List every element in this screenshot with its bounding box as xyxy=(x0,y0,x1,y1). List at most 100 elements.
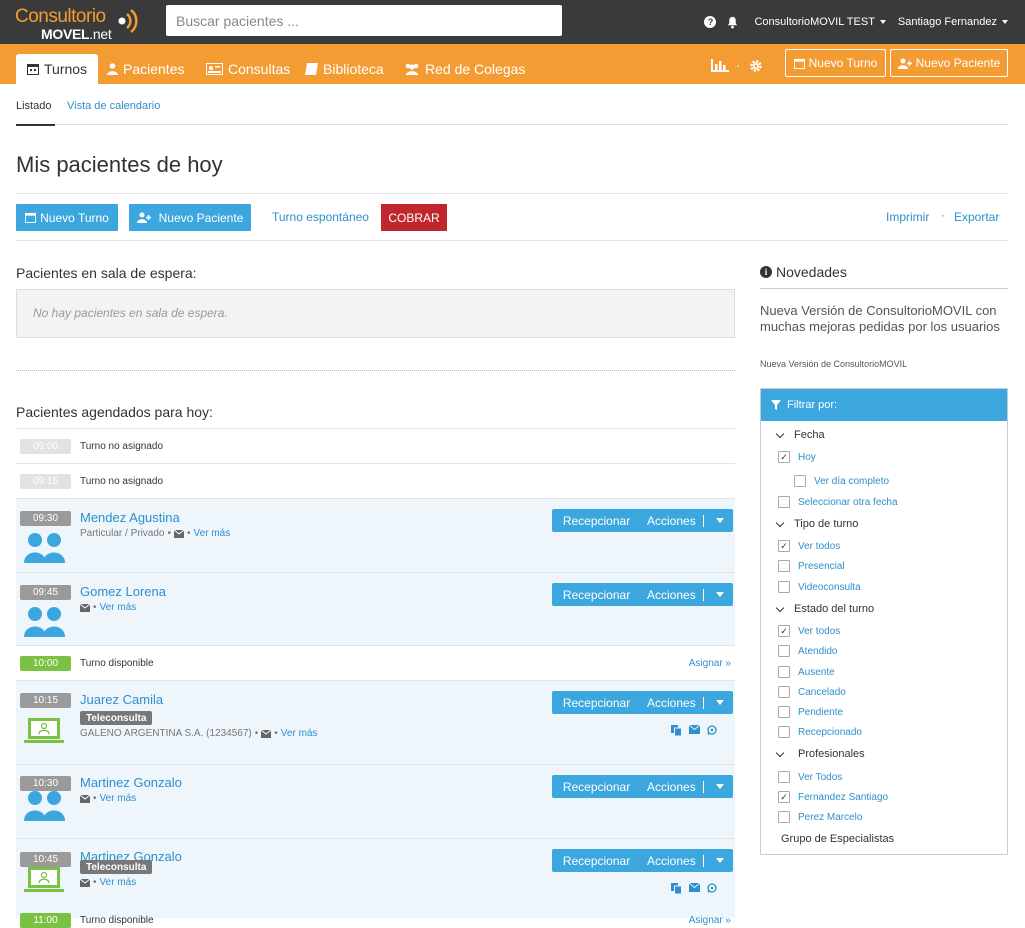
tab-red-colegas[interactable]: Red de Colegas xyxy=(404,54,525,84)
ver-mas-link[interactable]: Ver más xyxy=(281,728,318,739)
filter-group-tipo[interactable]: Tipo de turno xyxy=(775,518,858,530)
checkbox[interactable] xyxy=(794,475,806,487)
filter-hoy[interactable]: ✓ Hoy xyxy=(778,451,816,463)
ver-mas-link[interactable]: Ver más xyxy=(100,877,137,888)
filter-cancelado[interactable]: Cancelado xyxy=(778,686,846,698)
acciones-dropdown[interactable] xyxy=(704,518,733,523)
acciones-button[interactable]: Acciones xyxy=(641,696,703,710)
checkbox[interactable] xyxy=(778,645,790,657)
patient-name-link[interactable]: Juarez Camila xyxy=(80,692,163,707)
tab-consultas[interactable]: Consultas xyxy=(206,54,290,84)
checkbox[interactable] xyxy=(778,666,790,678)
patient-name-link[interactable]: Martinez Gonzalo xyxy=(80,775,182,790)
checkbox[interactable]: ✓ xyxy=(778,791,790,803)
account-menu[interactable]: ConsultorioMOVIL TEST xyxy=(754,16,886,28)
bar-chart-icon[interactable] xyxy=(711,59,729,72)
filter-group-grupo[interactable]: Grupo de Especialistas xyxy=(777,833,894,845)
copy-icon[interactable] xyxy=(671,883,682,894)
nuevo-turno-button[interactable]: Nuevo Turno xyxy=(16,204,118,231)
whatsapp-icon[interactable] xyxy=(707,725,717,735)
ver-mas-link[interactable]: Ver más xyxy=(100,793,137,804)
filter-atendido[interactable]: Atendido xyxy=(778,645,837,657)
filter-group-fecha[interactable]: Fecha xyxy=(775,429,825,441)
patient-name-link[interactable]: Mendez Agustina xyxy=(80,510,180,525)
bell-icon[interactable] xyxy=(726,16,739,29)
checkbox[interactable]: ✓ xyxy=(778,451,790,463)
asignar-link[interactable]: Asignar » xyxy=(689,915,731,926)
option-label: Seleccionar otra fecha xyxy=(798,496,898,508)
envelope-icon[interactable] xyxy=(174,529,184,538)
acciones-dropdown[interactable] xyxy=(704,700,733,705)
filter-fernandez[interactable]: ✓ Fernandez Santiago xyxy=(778,791,888,803)
user-menu[interactable]: Santiago Fernandez xyxy=(898,16,1008,28)
nav-nuevo-turno-button[interactable]: Nuevo Turno xyxy=(785,49,886,77)
checkbox[interactable] xyxy=(778,771,790,783)
filter-group-estado[interactable]: Estado del turno xyxy=(775,603,874,615)
filter-otra-fecha[interactable]: Seleccionar otra fecha xyxy=(778,496,898,508)
checkbox[interactable] xyxy=(778,726,790,738)
filter-videoconsulta[interactable]: Videoconsulta xyxy=(778,581,861,593)
envelope-icon[interactable] xyxy=(689,725,700,734)
acciones-dropdown[interactable] xyxy=(704,784,733,789)
filter-estado-todos[interactable]: ✓ Ver todos xyxy=(778,625,840,637)
tab-turnos[interactable]: Turnos xyxy=(16,54,99,84)
recepcionar-button[interactable]: Recepcionar xyxy=(552,780,641,794)
filter-presencial[interactable]: Presencial xyxy=(778,560,845,572)
filter-prof-todos[interactable]: Ver Todos xyxy=(778,771,842,783)
patient-name-link[interactable]: Gomez Lorena xyxy=(80,584,166,599)
turno-espontaneo-link[interactable]: Turno espontáneo xyxy=(272,210,369,224)
filter-tipo-todos[interactable]: ✓ Ver todos xyxy=(778,540,840,552)
cobrar-button[interactable]: COBRAR xyxy=(381,204,447,231)
nuevo-paciente-button[interactable]: Nuevo Paciente xyxy=(129,204,251,231)
patient-actions: Recepcionar Acciones xyxy=(552,509,733,532)
exportar-link[interactable]: Exportar xyxy=(954,210,999,224)
envelope-icon[interactable] xyxy=(80,794,90,803)
acciones-button[interactable]: Acciones xyxy=(641,588,703,602)
checkbox[interactable]: ✓ xyxy=(778,625,790,637)
nav-nuevo-paciente-button[interactable]: Nuevo Paciente xyxy=(890,49,1008,77)
checkbox[interactable] xyxy=(778,686,790,698)
ver-mas-link[interactable]: Ver más xyxy=(100,602,137,613)
checkbox[interactable] xyxy=(778,560,790,572)
search-input[interactable] xyxy=(166,5,562,36)
whatsapp-icon[interactable] xyxy=(707,883,717,893)
tab-pacientes[interactable]: Pacientes xyxy=(107,54,184,84)
checkbox[interactable] xyxy=(778,811,790,823)
acciones-button[interactable]: Acciones xyxy=(641,780,703,794)
logo[interactable]: Consultorio MOVEL.net xyxy=(15,3,140,43)
envelope-icon[interactable] xyxy=(689,883,700,892)
envelope-icon[interactable] xyxy=(80,603,90,612)
acciones-button[interactable]: Acciones xyxy=(641,854,703,868)
acciones-dropdown[interactable] xyxy=(704,858,733,863)
acciones-dropdown[interactable] xyxy=(704,592,733,597)
checkbox[interactable]: ✓ xyxy=(778,540,790,552)
tab-vista-calendario[interactable]: Vista de calendario xyxy=(67,100,160,125)
filter-ausente[interactable]: Ausente xyxy=(778,666,835,678)
recepcionar-button[interactable]: Recepcionar xyxy=(552,696,641,710)
acciones-button[interactable]: Acciones xyxy=(641,514,703,528)
recepcionar-button[interactable]: Recepcionar xyxy=(552,854,641,868)
filter-pendiente[interactable]: Pendiente xyxy=(778,706,843,718)
checkbox[interactable] xyxy=(778,706,790,718)
checkbox[interactable] xyxy=(778,581,790,593)
copy-icon[interactable] xyxy=(671,725,682,736)
filter-icon xyxy=(771,400,781,410)
envelope-icon[interactable] xyxy=(80,878,90,887)
ver-mas-link[interactable]: Ver más xyxy=(194,528,231,539)
bullet: • xyxy=(93,793,97,804)
tab-listado[interactable]: Listado xyxy=(16,100,55,126)
tab-biblioteca[interactable]: Biblioteca xyxy=(305,54,384,84)
filter-perez[interactable]: Perez Marcelo xyxy=(778,811,862,823)
filter-ver-dia-completo[interactable]: Ver día completo xyxy=(794,475,889,487)
filter-recepcionado[interactable]: Recepcionado xyxy=(778,726,862,738)
recepcionar-button[interactable]: Recepcionar xyxy=(552,514,641,528)
recepcionar-button[interactable]: Recepcionar xyxy=(552,588,641,602)
help-icon[interactable]: ? xyxy=(704,16,717,28)
envelope-icon[interactable] xyxy=(261,729,272,738)
gear-icon[interactable] xyxy=(749,59,763,73)
imprimir-link[interactable]: Imprimir xyxy=(886,210,929,224)
filter-group-profesionales[interactable]: Profesionales xyxy=(775,748,865,760)
checkbox[interactable] xyxy=(778,496,790,508)
nav-dot: · xyxy=(736,58,740,72)
asignar-link[interactable]: Asignar » xyxy=(689,658,731,669)
